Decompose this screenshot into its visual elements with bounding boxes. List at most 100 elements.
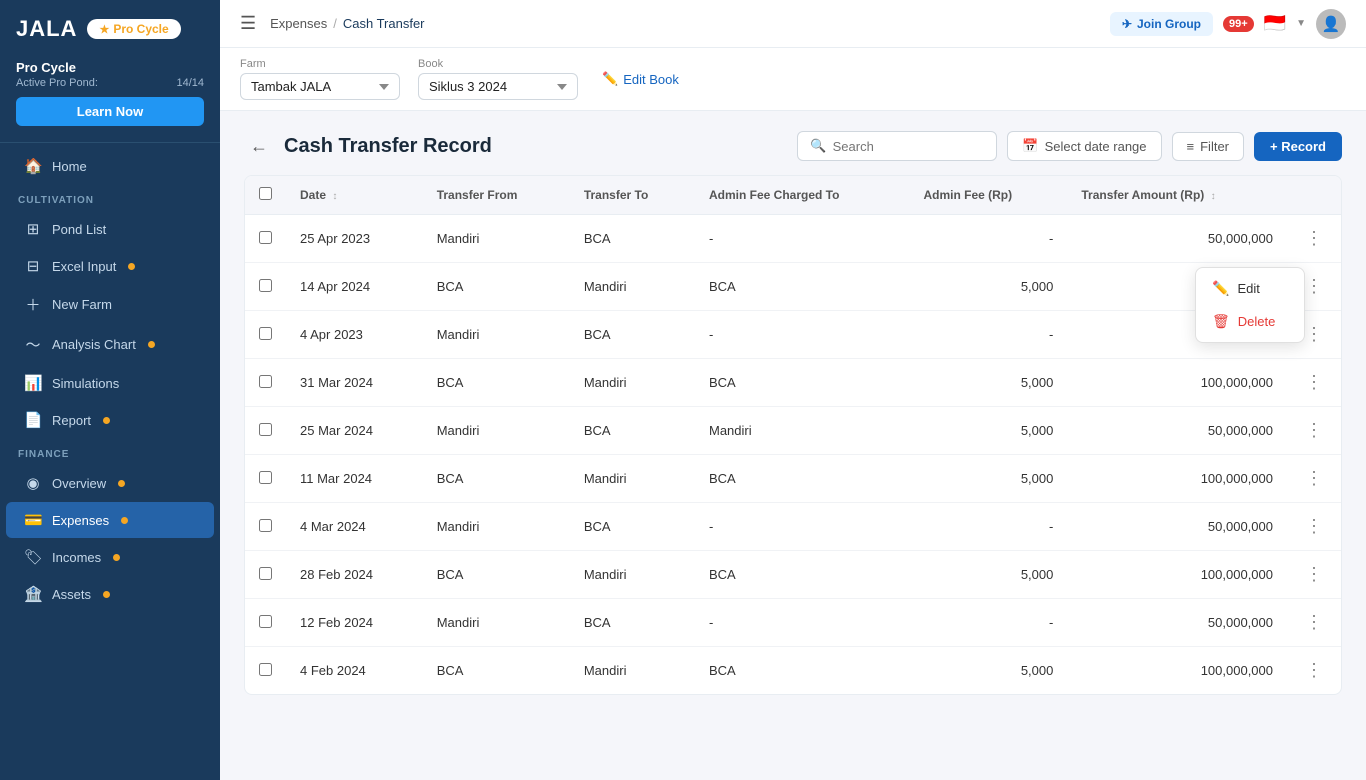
report-icon: 📄 bbox=[24, 411, 42, 429]
pro-cycle-name: Pro Cycle bbox=[16, 60, 204, 75]
row-checkbox[interactable] bbox=[259, 519, 272, 532]
sidebar-item-label: Home bbox=[52, 159, 87, 174]
row-date: 28 Feb 2024 bbox=[286, 551, 423, 599]
sidebar-item-new-farm[interactable]: ＋ New Farm bbox=[6, 285, 214, 324]
row-more-button[interactable]: ⋮ bbox=[1301, 226, 1327, 251]
row-checkbox[interactable] bbox=[259, 615, 272, 628]
sidebar-item-label: Pond List bbox=[52, 222, 106, 237]
back-button[interactable]: ← bbox=[244, 134, 274, 159]
excel-input-badge bbox=[128, 263, 135, 270]
row-date: 4 Feb 2024 bbox=[286, 647, 423, 695]
join-group-button[interactable]: ✈ Join Group bbox=[1110, 12, 1213, 36]
row-admin-fee-charged-to: BCA bbox=[695, 359, 909, 407]
farm-label: Farm bbox=[240, 58, 400, 70]
row-checkbox[interactable] bbox=[259, 279, 272, 292]
date-range-button[interactable]: 📅 Select date range bbox=[1007, 131, 1161, 161]
row-admin-fee-charged-to: - bbox=[695, 599, 909, 647]
row-actions-cell: ⋮ bbox=[1287, 647, 1341, 695]
row-transfer-from: Mandiri bbox=[423, 215, 570, 263]
col-actions bbox=[1287, 176, 1341, 215]
record-label: + Record bbox=[1270, 139, 1326, 154]
row-checkbox-cell bbox=[245, 647, 286, 695]
sidebar-item-home[interactable]: 🏠 Home bbox=[6, 148, 214, 184]
row-more-button[interactable]: ⋮ bbox=[1301, 658, 1327, 683]
user-avatar[interactable]: 👤 bbox=[1316, 9, 1346, 39]
filter-label: Filter bbox=[1200, 139, 1229, 154]
row-more-button[interactable]: ⋮ bbox=[1301, 610, 1327, 635]
row-more-button[interactable]: ⋮ bbox=[1301, 370, 1327, 395]
notification-badge[interactable]: 99+ bbox=[1223, 16, 1254, 32]
sidebar-item-label: Incomes bbox=[52, 550, 101, 565]
row-date: 25 Apr 2023 bbox=[286, 215, 423, 263]
sidebar-item-report[interactable]: 📄 Report bbox=[6, 402, 214, 438]
row-more-button[interactable]: ⋮ bbox=[1301, 418, 1327, 443]
farm-select[interactable]: Tambak JALA bbox=[240, 73, 400, 100]
col-transfer-from: Transfer From bbox=[423, 176, 570, 215]
row-transfer-from: Mandiri bbox=[423, 407, 570, 455]
row-admin-fee: - bbox=[909, 503, 1067, 551]
join-group-label: Join Group bbox=[1137, 17, 1201, 31]
row-more-button[interactable]: ⋮ bbox=[1301, 514, 1327, 539]
table-row: 25 Apr 2023 Mandiri BCA - - 50,000,000 ⋮ bbox=[245, 215, 1341, 263]
row-transfer-amount: 50,000,000 bbox=[1067, 503, 1287, 551]
row-transfer-to: Mandiri bbox=[570, 263, 695, 311]
topbar-right: ✈ Join Group 99+ 🇮🇩 ▼ 👤 bbox=[1110, 9, 1346, 39]
row-checkbox-cell bbox=[245, 407, 286, 455]
main-content: ☰ Expenses / Cash Transfer ✈ Join Group … bbox=[220, 0, 1366, 780]
search-input[interactable] bbox=[833, 139, 973, 154]
row-admin-fee: 5,000 bbox=[909, 551, 1067, 599]
active-pond-value: 14/14 bbox=[176, 77, 204, 89]
record-button[interactable]: + Record bbox=[1254, 132, 1342, 161]
sidebar-item-label: Expenses bbox=[52, 513, 109, 528]
date-range-label: Select date range bbox=[1045, 139, 1147, 154]
overview-icon: ◉ bbox=[24, 474, 42, 492]
hamburger-icon[interactable]: ☰ bbox=[240, 13, 256, 34]
sidebar-item-excel-input[interactable]: ⊟ Excel Input bbox=[6, 248, 214, 284]
row-transfer-amount: 100,000,000 bbox=[1067, 455, 1287, 503]
row-more-button[interactable]: ⋮ bbox=[1301, 466, 1327, 491]
sidebar-item-incomes[interactable]: 🏷 Incomes bbox=[6, 539, 214, 575]
sidebar-item-label: New Farm bbox=[52, 297, 112, 312]
table-row: 12 Feb 2024 Mandiri BCA - - 50,000,000 ⋮ bbox=[245, 599, 1341, 647]
col-admin-fee: Admin Fee (Rp) bbox=[909, 176, 1067, 215]
row-admin-fee-charged-to: - bbox=[695, 311, 909, 359]
pro-section: Pro Cycle Active Pro Pond: 14/14 Learn N… bbox=[0, 52, 220, 138]
sidebar-item-pond-list[interactable]: ⊞ Pond List bbox=[6, 211, 214, 247]
flag-dropdown-icon[interactable]: ▼ bbox=[1296, 18, 1306, 29]
sidebar-item-assets[interactable]: 🏦 Assets bbox=[6, 576, 214, 612]
row-transfer-amount: 100,000,000 bbox=[1067, 551, 1287, 599]
row-checkbox[interactable] bbox=[259, 231, 272, 244]
row-checkbox[interactable] bbox=[259, 327, 272, 340]
row-checkbox[interactable] bbox=[259, 471, 272, 484]
context-menu-edit[interactable]: ✏️ Edit bbox=[1196, 272, 1304, 305]
row-transfer-from: BCA bbox=[423, 647, 570, 695]
row-checkbox-cell bbox=[245, 599, 286, 647]
sidebar-item-label: Assets bbox=[52, 587, 91, 602]
book-select[interactable]: Siklus 3 2024 bbox=[418, 73, 578, 100]
table-row: 28 Feb 2024 BCA Mandiri BCA 5,000 100,00… bbox=[245, 551, 1341, 599]
report-badge bbox=[103, 417, 110, 424]
sidebar-item-expenses[interactable]: 💳 Expenses bbox=[6, 502, 214, 538]
edit-label: Edit bbox=[1237, 281, 1259, 296]
row-date: 25 Mar 2024 bbox=[286, 407, 423, 455]
context-menu-delete[interactable]: 🗑 Delete bbox=[1196, 305, 1304, 338]
row-actions-cell: ⋮ bbox=[1287, 599, 1341, 647]
select-all-checkbox[interactable] bbox=[259, 187, 272, 200]
table-row: 4 Mar 2024 Mandiri BCA - - 50,000,000 ⋮ bbox=[245, 503, 1341, 551]
row-transfer-to: BCA bbox=[570, 311, 695, 359]
row-admin-fee-charged-to: BCA bbox=[695, 263, 909, 311]
row-admin-fee: 5,000 bbox=[909, 455, 1067, 503]
row-checkbox[interactable] bbox=[259, 663, 272, 676]
filter-button[interactable]: ≡ Filter bbox=[1172, 132, 1244, 161]
col-transfer-amount: Transfer Amount (Rp) ↕ bbox=[1067, 176, 1287, 215]
table-row: 4 Apr 2023 Mandiri BCA - - 50,000,000 ⋮ bbox=[245, 311, 1341, 359]
sidebar-item-analysis-chart[interactable]: 〜 Analysis Chart bbox=[6, 325, 214, 364]
edit-book-button[interactable]: ✏️ Edit Book bbox=[602, 71, 679, 87]
learn-now-button[interactable]: Learn Now bbox=[16, 97, 204, 126]
row-checkbox[interactable] bbox=[259, 375, 272, 388]
row-checkbox[interactable] bbox=[259, 423, 272, 436]
row-checkbox[interactable] bbox=[259, 567, 272, 580]
row-more-button[interactable]: ⋮ bbox=[1301, 562, 1327, 587]
sidebar-item-overview[interactable]: ◉ Overview bbox=[6, 465, 214, 501]
sidebar-item-simulations[interactable]: 📊 Simulations bbox=[6, 365, 214, 401]
